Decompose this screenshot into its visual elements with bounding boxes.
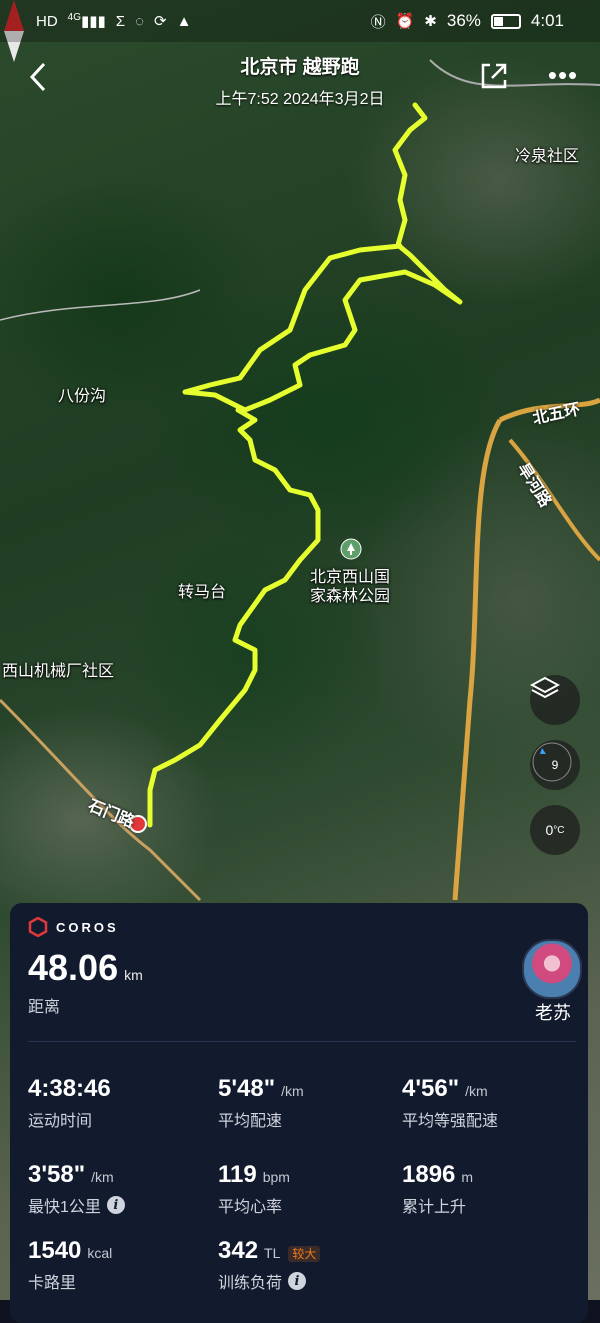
hd-icon: HD [36,12,58,30]
activity-datetime: 上午7:52 2024年3月2日 [215,91,385,108]
info-icon[interactable]: i [288,1272,307,1290]
map-label-bafengou: 八份沟 [58,388,107,405]
brand-name: COROS [56,919,119,935]
signal-icon: 4G▮▮▮ [67,12,106,30]
stat-avg-pace: 5'48"/km 平均配速 [218,1075,304,1130]
layers-icon [530,676,560,699]
battery-percent: 36% [446,11,481,30]
map-label-xishan: 西山机械厂社区 [2,663,115,680]
alarm-icon: ⏰ [395,13,415,30]
stat-elevation-gain: 1896 m 累计上升 [402,1161,474,1216]
more-options-button[interactable]: ••• [545,60,581,90]
username: 老苏 [535,1003,571,1023]
status-bar: HD 4G▮▮▮ Σ ◌ ⟳ ▲ Ⓝ ⏰ ✱ 36% 4:01 [0,0,600,42]
temperature-unit: °C [553,824,565,836]
training-load-tag: 较大 [288,1246,321,1263]
coros-logo-icon [28,917,48,937]
map-compass-button[interactable]: 9 [530,740,580,790]
stat-fastest-km: 3'58"/km 最快1公里 i [28,1161,125,1217]
map-layers-button[interactable] [530,675,580,725]
share-button[interactable] [478,60,510,92]
temperature-value: 0 [545,822,554,838]
road-segment [0,289,201,321]
sync-icon: ⟳ [153,13,167,30]
route-track [147,102,463,828]
map-label-lengquan: 冷泉社区 [515,148,580,165]
brand-logo: COROS [28,917,119,937]
activity-summary-card: COROS 48.06 km 距离 老苏 4:38:46 运动时间 5'48"/k… [10,903,588,1323]
app-notification-icon: ◌ [135,12,144,30]
nfc-icon: Ⓝ [370,13,386,31]
divider [28,1041,576,1042]
clock: 4:01 [530,11,564,30]
page-title: 北京市 越野跑 [240,57,360,78]
stat-avg-grade-adjusted-pace: 4'56"/km 平均等强配速 [402,1075,499,1130]
stat-calories: 1540 kcal 卡路里 [28,1237,113,1292]
avatar[interactable] [522,939,582,999]
map-label-park-line2: 家森林公园 [310,588,391,605]
stat-training-load: 342 TL 较大 训练负荷 i [218,1237,321,1293]
stat-avg-heart-rate: 119 bpm 平均心率 [218,1161,290,1216]
compass-heading: 9 [551,758,559,772]
map-label-zhuanmatai: 转马台 [178,584,227,601]
ring-road [452,418,503,901]
stat-duration: 4:38:46 运动时间 [28,1075,111,1130]
distance-value: 48.06 km [28,947,143,988]
sigma-app-icon: Σ [115,12,126,30]
triangle-app-icon: ▲ [176,12,192,30]
info-icon[interactable]: i [106,1196,125,1214]
park-icon [340,538,364,562]
distance-label: 距离 [28,999,61,1016]
battery-icon [490,13,521,29]
bluetooth-icon: ✱ [424,13,437,30]
temperature-badge: 0 °C [530,805,580,855]
top-bar: 北京市 越野跑 上午7:52 2024年3月2日 ••• [0,42,600,112]
